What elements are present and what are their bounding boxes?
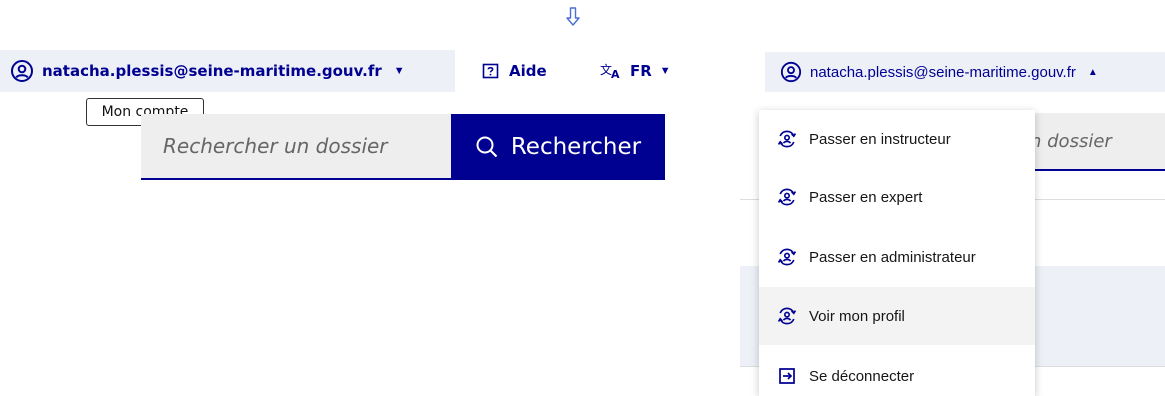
search-button-label: Rechercher [510, 134, 642, 160]
search-form: Rechercher un dossier Rechercher [141, 114, 665, 180]
menu-item-passer-administrateur[interactable]: Passer en administrateur [759, 228, 1035, 286]
svg-text:A: A [611, 68, 620, 80]
search-input[interactable]: Rechercher un dossier [141, 114, 451, 180]
down-arrow-icon [565, 6, 581, 28]
menu-item-voir-profil[interactable]: Voir mon profil [759, 287, 1035, 345]
language-selector[interactable]: 文 A FR ▼ [600, 52, 671, 90]
menu-item-label: Passer en administrateur [809, 248, 976, 266]
menu-item-label: Passer en expert [809, 188, 923, 206]
account-circle-icon [780, 61, 802, 83]
question-square-icon [482, 63, 499, 80]
menu-item-label: Se déconnecter [809, 367, 915, 385]
chevron-down-icon: ▼ [659, 65, 671, 77]
account-dropdown-menu: Passer en instructeur Passer en expert P… [759, 110, 1035, 396]
help-label: Aide [509, 62, 547, 80]
account-email: natacha.plessis@seine-maritime.gouv.fr [42, 62, 382, 80]
search-icon [475, 135, 499, 159]
language-label: FR [630, 62, 652, 80]
account-email: natacha.plessis@seine-maritime.gouv.fr [810, 63, 1076, 81]
menu-item-se-deconnecter[interactable]: Se déconnecter [759, 347, 1035, 396]
switch-account-icon [777, 129, 797, 149]
search-input[interactable]: n dossier [1020, 113, 1165, 171]
menu-item-label: Voir mon profil [809, 307, 905, 325]
chevron-up-icon: ▲ [1087, 66, 1098, 78]
menu-item-label: Passer en instructeur [809, 130, 951, 148]
menu-item-passer-instructeur[interactable]: Passer en instructeur [759, 110, 1035, 168]
logout-icon [777, 366, 797, 386]
switch-account-icon [777, 306, 797, 326]
account-button[interactable]: natacha.plessis@seine-maritime.gouv.fr ▼ [10, 52, 405, 90]
menu-item-passer-expert[interactable]: Passer en expert [759, 168, 1035, 226]
chevron-down-icon: ▼ [393, 65, 405, 77]
translate-icon: 文 A [600, 62, 622, 80]
account-circle-icon [10, 59, 34, 83]
search-button[interactable]: Rechercher [451, 114, 665, 180]
switch-account-icon [777, 247, 797, 267]
help-link[interactable]: Aide [482, 52, 547, 90]
account-button[interactable]: natacha.plessis@seine-maritime.gouv.fr ▲ [780, 52, 1098, 92]
switch-account-icon [777, 187, 797, 207]
